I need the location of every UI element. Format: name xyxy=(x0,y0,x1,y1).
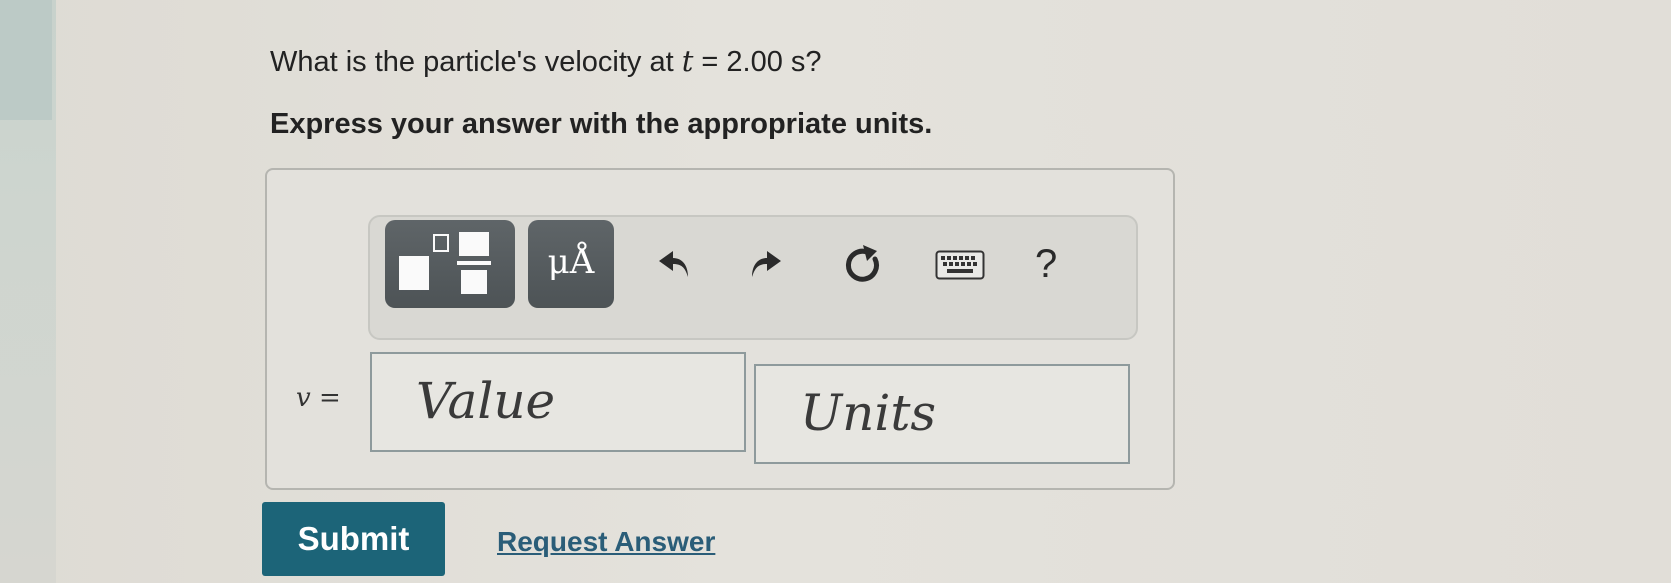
value-input[interactable]: Value xyxy=(370,352,746,452)
template-superscript-icon xyxy=(433,234,449,252)
reset-icon xyxy=(846,245,879,282)
left-panel-edge xyxy=(0,0,56,583)
templates-button[interactable] xyxy=(385,220,515,308)
keyboard-icon xyxy=(935,250,985,280)
template-denominator-icon xyxy=(461,270,487,294)
help-button[interactable]: ? xyxy=(1035,242,1057,287)
submit-button[interactable]: Submit xyxy=(262,502,445,576)
reset-button[interactable] xyxy=(838,240,888,290)
instruction-text: Express your answer with the appropriate… xyxy=(270,108,933,140)
answer-equals: = xyxy=(318,383,341,413)
undo-icon xyxy=(659,251,688,277)
template-square-icon xyxy=(399,256,429,290)
answer-variable: v xyxy=(296,383,311,413)
redo-icon xyxy=(752,251,781,277)
answer-variable-label: v = xyxy=(296,383,341,413)
left-panel-tab xyxy=(0,0,52,120)
units-button[interactable]: μÅ xyxy=(528,220,614,308)
units-input[interactable]: Units xyxy=(754,364,1130,464)
keyboard-button[interactable] xyxy=(935,240,985,290)
units-placeholder: Units xyxy=(800,384,937,442)
question-prefix: What is the particle's velocity at xyxy=(270,46,682,78)
undo-button[interactable] xyxy=(650,240,700,290)
question-suffix: = 2.00 s? xyxy=(693,46,822,78)
question-variable: t xyxy=(681,44,694,78)
template-numerator-icon xyxy=(459,232,489,256)
value-placeholder: Value xyxy=(416,372,556,430)
request-answer-link[interactable]: Request Answer xyxy=(497,526,715,558)
units-glyph: μÅ xyxy=(547,242,595,282)
template-fraction-bar-icon xyxy=(457,261,491,265)
redo-button[interactable] xyxy=(740,240,790,290)
question-text: What is the particle's velocity at t = 2… xyxy=(270,44,822,79)
